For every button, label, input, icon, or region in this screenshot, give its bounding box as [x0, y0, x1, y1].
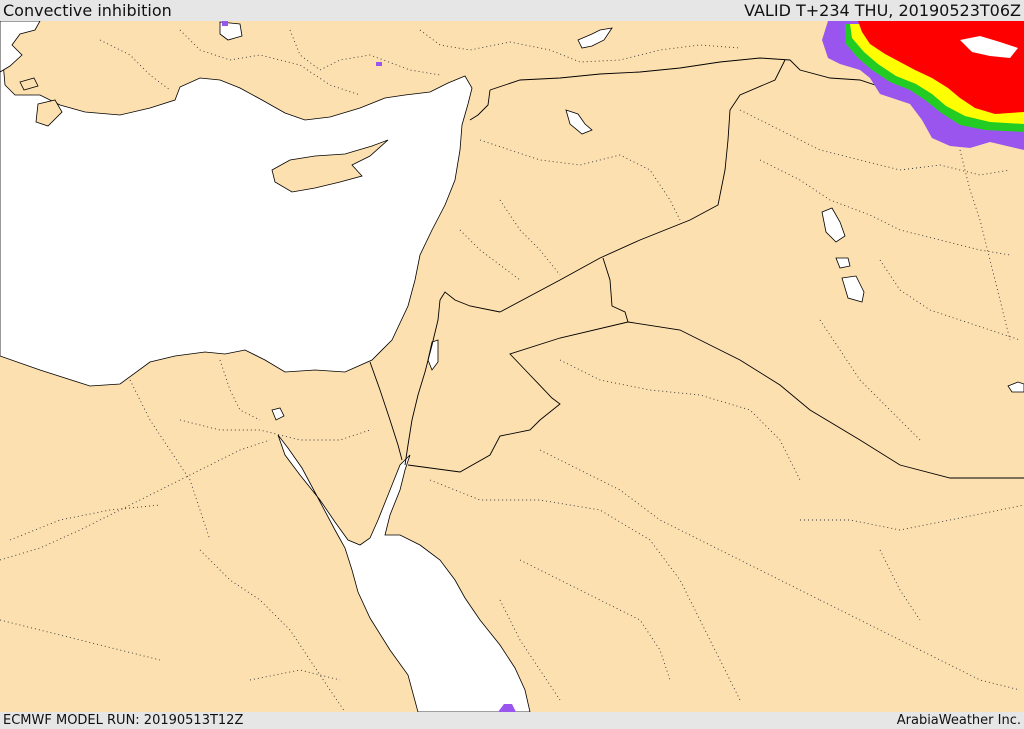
credit-label: ArabiaWeather Inc. — [896, 713, 1021, 728]
header-bar: Convective inhibition VALID T+234 THU, 2… — [0, 0, 1024, 21]
valid-time-label: VALID T+234 THU, 20190523T06Z — [744, 1, 1021, 20]
model-run-label: ECMWF MODEL RUN: 20190513T12Z — [3, 713, 244, 728]
map-title: Convective inhibition — [3, 1, 172, 20]
map-svg — [0, 21, 1024, 712]
cin-purple-patch-north-1 — [376, 62, 382, 66]
footer-bar: ECMWF MODEL RUN: 20190513T12Z ArabiaWeat… — [0, 712, 1024, 729]
weather-map — [0, 21, 1024, 712]
cin-purple-patch-north-2 — [222, 21, 228, 26]
